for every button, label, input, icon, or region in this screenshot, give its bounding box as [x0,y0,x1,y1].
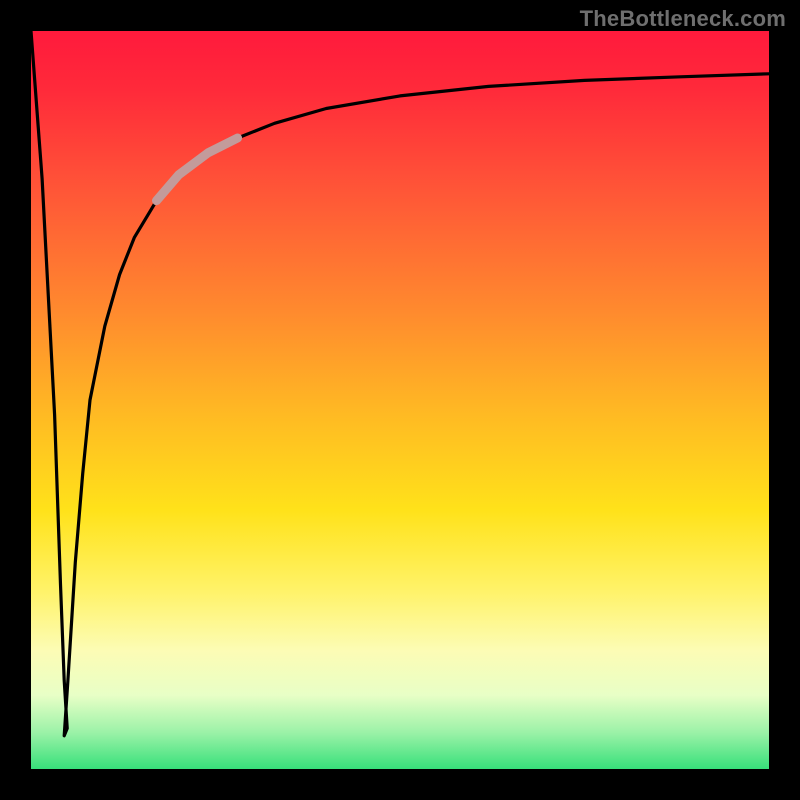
chart-frame: TheBottleneck.com [0,0,800,800]
highlight-segment [157,138,238,201]
watermark-label: TheBottleneck.com [580,6,786,32]
bottleneck-curve [31,31,769,736]
curve-layer [31,31,769,769]
